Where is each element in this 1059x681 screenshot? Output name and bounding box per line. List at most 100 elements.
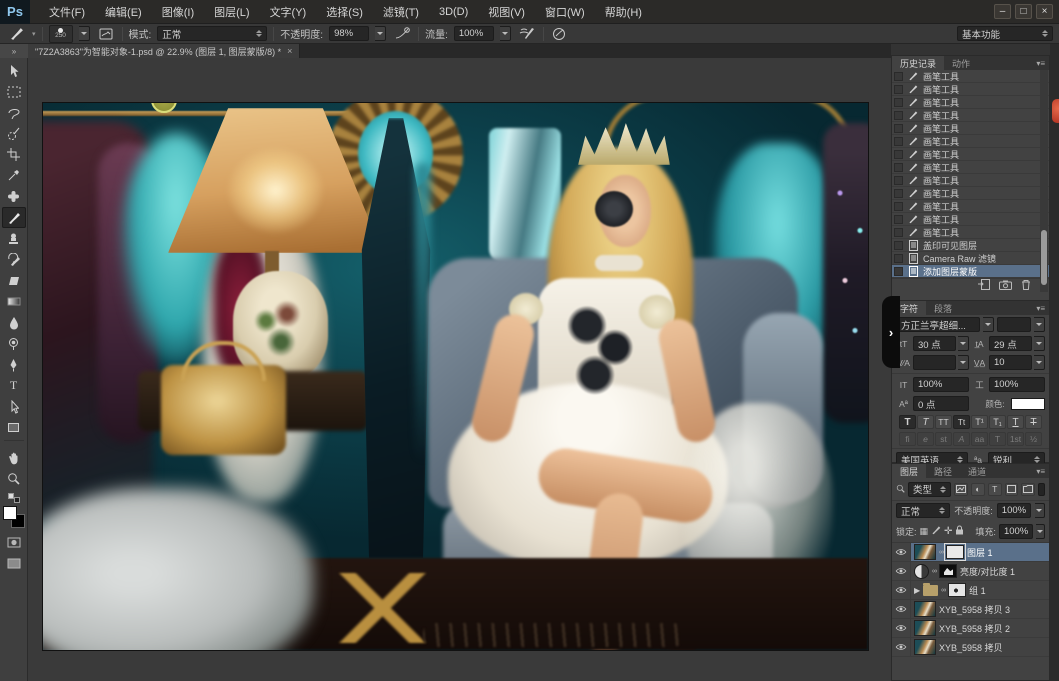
history-source-checkbox[interactable] (894, 176, 903, 185)
document-tab[interactable]: "7Z2A3863"为智能对象-1.psd @ 22.9% (图层 1, 图层蒙… (28, 44, 300, 58)
layer-opacity-caret[interactable] (1035, 503, 1045, 518)
history-source-checkbox[interactable] (894, 228, 903, 237)
spot-healing-brush-tool[interactable] (2, 186, 26, 207)
kerning-input[interactable] (913, 355, 956, 370)
history-source-checkbox[interactable] (894, 267, 903, 276)
screen-mode-icon[interactable] (2, 553, 26, 574)
eraser-tool[interactable] (2, 270, 26, 291)
horizontal-scale-input[interactable]: 100% (989, 377, 1045, 392)
toolbar-collapse[interactable]: » (0, 44, 28, 58)
brush-tool[interactable] (2, 207, 26, 228)
tracking-caret[interactable] (1034, 355, 1045, 370)
menu-filter[interactable]: 滤镜(T) (374, 0, 428, 24)
faux-italic-button[interactable]: T (917, 415, 934, 429)
lock-transparency-icon[interactable]: ▦ (920, 526, 929, 537)
canvas-area[interactable] (28, 58, 891, 681)
tab-history[interactable]: 历史记录 (892, 56, 944, 70)
maximize-button[interactable]: □ (1015, 4, 1032, 19)
menu-type[interactable]: 文字(Y) (261, 0, 316, 24)
adjustment-layer-icon[interactable] (914, 564, 929, 579)
lasso-tool[interactable] (2, 102, 26, 123)
eyedropper-tool[interactable] (2, 165, 26, 186)
brush-preset-caret[interactable] (79, 26, 90, 41)
layer-visibility-toggle[interactable] (892, 581, 911, 600)
layer-visibility-toggle[interactable] (892, 638, 911, 657)
font-style-caret[interactable] (1034, 317, 1045, 332)
new-snapshot-icon[interactable] (999, 277, 1012, 295)
blend-mode-select[interactable]: 正常 (896, 503, 950, 518)
layer-row[interactable]: XYB_5958 拷贝 3 (892, 600, 1049, 619)
opacity-caret[interactable] (375, 26, 386, 41)
toggle-brush-panel-icon[interactable] (96, 25, 116, 42)
quick-mask-icon[interactable] (2, 532, 26, 553)
filter-type-text-icon[interactable]: T (988, 483, 1002, 496)
underline-button[interactable]: T (1007, 415, 1024, 429)
tab-channels[interactable]: 通道 (960, 464, 994, 478)
layer-group-row[interactable]: ▶ ∞ 组 1 (892, 581, 1049, 600)
mask-link-icon[interactable]: ∞ (941, 587, 945, 594)
layer-thumbnail[interactable] (914, 544, 936, 560)
delete-state-icon[interactable] (1021, 277, 1031, 295)
font-size-input[interactable]: 30 点 (913, 336, 956, 351)
panel-menu-icon[interactable]: ▾≡ (1036, 301, 1049, 315)
menu-file[interactable]: 文件(F) (40, 0, 94, 24)
layer-visibility-toggle[interactable] (892, 543, 911, 562)
pen-tool[interactable] (2, 354, 26, 375)
move-tool[interactable] (2, 60, 26, 81)
superscript-button[interactable]: T¹ (971, 415, 988, 429)
zoom-tool[interactable] (2, 468, 26, 489)
opacity-input[interactable]: 98% (329, 26, 369, 41)
close-button[interactable]: × (1036, 4, 1053, 19)
history-source-checkbox[interactable] (894, 215, 903, 224)
crop-tool[interactable] (2, 144, 26, 165)
history-source-checkbox[interactable] (894, 72, 903, 81)
layer-thumbnail[interactable] (914, 620, 936, 636)
leading-caret[interactable] (1034, 336, 1045, 351)
path-selection-tool[interactable] (2, 396, 26, 417)
vertical-scale-input[interactable]: 100% (913, 377, 969, 392)
group-expand-icon[interactable]: ▶ (914, 586, 920, 595)
layer-row-selected[interactable]: ∞ 图层 1 (892, 543, 1049, 562)
tab-layers[interactable]: 图层 (892, 464, 926, 478)
tab-paths[interactable]: 路径 (926, 464, 960, 478)
history-source-checkbox[interactable] (894, 137, 903, 146)
font-style-select[interactable] (997, 317, 1031, 332)
filter-adjustment-icon[interactable]: ◐ (971, 483, 985, 496)
layer-thumbnail[interactable] (914, 601, 936, 617)
kerning-caret[interactable] (958, 355, 969, 370)
history-entry[interactable]: 画笔工具 (892, 174, 1049, 187)
history-entry[interactable]: 画笔工具 (892, 70, 1049, 83)
lock-position-icon[interactable]: ✛ (944, 526, 952, 537)
lock-all-icon[interactable] (955, 522, 964, 540)
workspace-switcher[interactable]: 基本功能 (957, 26, 1053, 41)
history-entry[interactable]: 画笔工具 (892, 187, 1049, 200)
history-scrollbar[interactable] (1040, 70, 1048, 292)
leading-input[interactable]: 29 点 (989, 336, 1032, 351)
menu-edit[interactable]: 编辑(E) (96, 0, 151, 24)
quick-selection-tool[interactable] (2, 123, 26, 144)
fill-input[interactable]: 100% (999, 524, 1033, 539)
font-size-caret[interactable] (958, 336, 969, 351)
lock-pixels-icon[interactable] (931, 522, 941, 540)
layer-row[interactable]: ∞ 亮度/对比度 1 (892, 562, 1049, 581)
tool-dropdown-caret[interactable]: ▾ (32, 30, 36, 38)
text-color-swatch[interactable] (1011, 398, 1045, 410)
color-swatches[interactable] (3, 506, 25, 528)
group-mask-thumbnail[interactable] (948, 583, 966, 597)
history-source-checkbox[interactable] (894, 241, 903, 250)
titling-alternates-button[interactable]: T (989, 432, 1006, 446)
history-source-checkbox[interactable] (894, 163, 903, 172)
panel-menu-icon[interactable]: ▾≡ (1036, 56, 1049, 70)
history-entry[interactable]: 画笔工具 (892, 135, 1049, 148)
layer-visibility-toggle[interactable] (892, 562, 911, 581)
baseline-shift-input[interactable]: 0 点 (913, 396, 969, 411)
history-source-checkbox[interactable] (894, 150, 903, 159)
menu-help[interactable]: 帮助(H) (596, 0, 651, 24)
history-entry[interactable]: 画笔工具 (892, 83, 1049, 96)
tracking-input[interactable]: 10 (989, 355, 1032, 370)
brush-tool-icon[interactable] (6, 25, 26, 42)
layer-visibility-toggle[interactable] (892, 600, 911, 619)
brush-preset-picker[interactable]: 250 (49, 25, 73, 43)
discretionary-ligatures-button[interactable]: st (935, 432, 952, 446)
clone-stamp-tool[interactable] (2, 228, 26, 249)
